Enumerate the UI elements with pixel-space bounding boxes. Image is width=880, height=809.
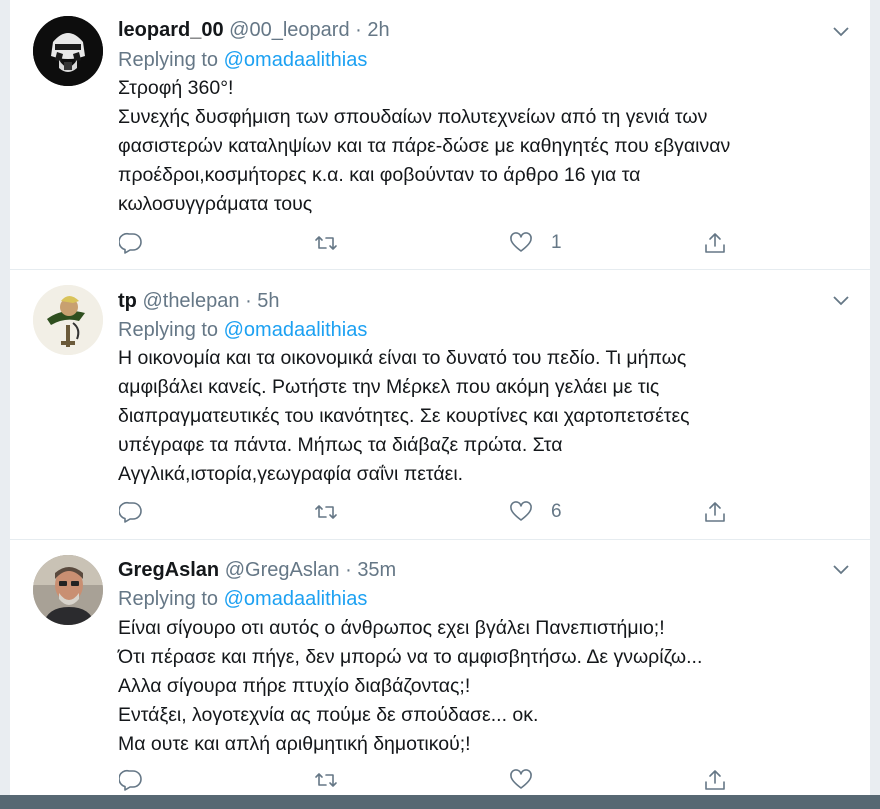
avatar[interactable] (33, 555, 103, 625)
mention-link[interactable]: @omadaalithias (224, 588, 368, 610)
tweet-text-line: Αλλα σίγουρα πήρε πτυχίο διαβάζοντας;! (118, 675, 471, 697)
display-name[interactable]: GregAslan (118, 559, 219, 581)
heart-icon (510, 769, 532, 789)
replying-prefix: Replying to (118, 588, 219, 610)
tweet-actions (10, 765, 870, 795)
timestamp[interactable]: 35m (357, 559, 396, 581)
bottom-bar (0, 795, 880, 809)
retweet-button[interactable] (314, 765, 356, 795)
reply-button[interactable] (119, 765, 161, 795)
tweet-text: Είναι σίγουρο οτι αυτός ο άνθρωπος εχει … (118, 614, 848, 759)
retweet-icon (315, 773, 337, 787)
separator: · (345, 559, 352, 581)
reply-icon (119, 769, 142, 791)
timeline: leopard_00 @00_leopard · 2h Replying to … (10, 0, 870, 795)
tweet-text-line: Μα ουτε και απλή αριθμητική δημοτικού;! (118, 733, 471, 755)
tweet-text-line: Ότι πέρασε και πήγε, δεν μπορώ να το αμφ… (118, 646, 703, 668)
replying-to: Replying to @omadaalithias (118, 587, 367, 611)
tweet-text-line: Εντάξει, λογοτεχνία ας πούμε δε σπούδασε… (118, 704, 539, 726)
chevron-down-icon[interactable] (832, 560, 850, 578)
tweet-text-line: Είναι σίγουρο οτι αυτός ο άνθρωπος εχει … (118, 617, 665, 639)
user-handle[interactable]: @GregAslan (225, 559, 340, 581)
like-button[interactable] (509, 765, 551, 795)
tweet-header: GregAslan @GregAslan · 35m (118, 558, 396, 582)
share-button[interactable] (703, 765, 727, 795)
share-icon (705, 770, 725, 790)
